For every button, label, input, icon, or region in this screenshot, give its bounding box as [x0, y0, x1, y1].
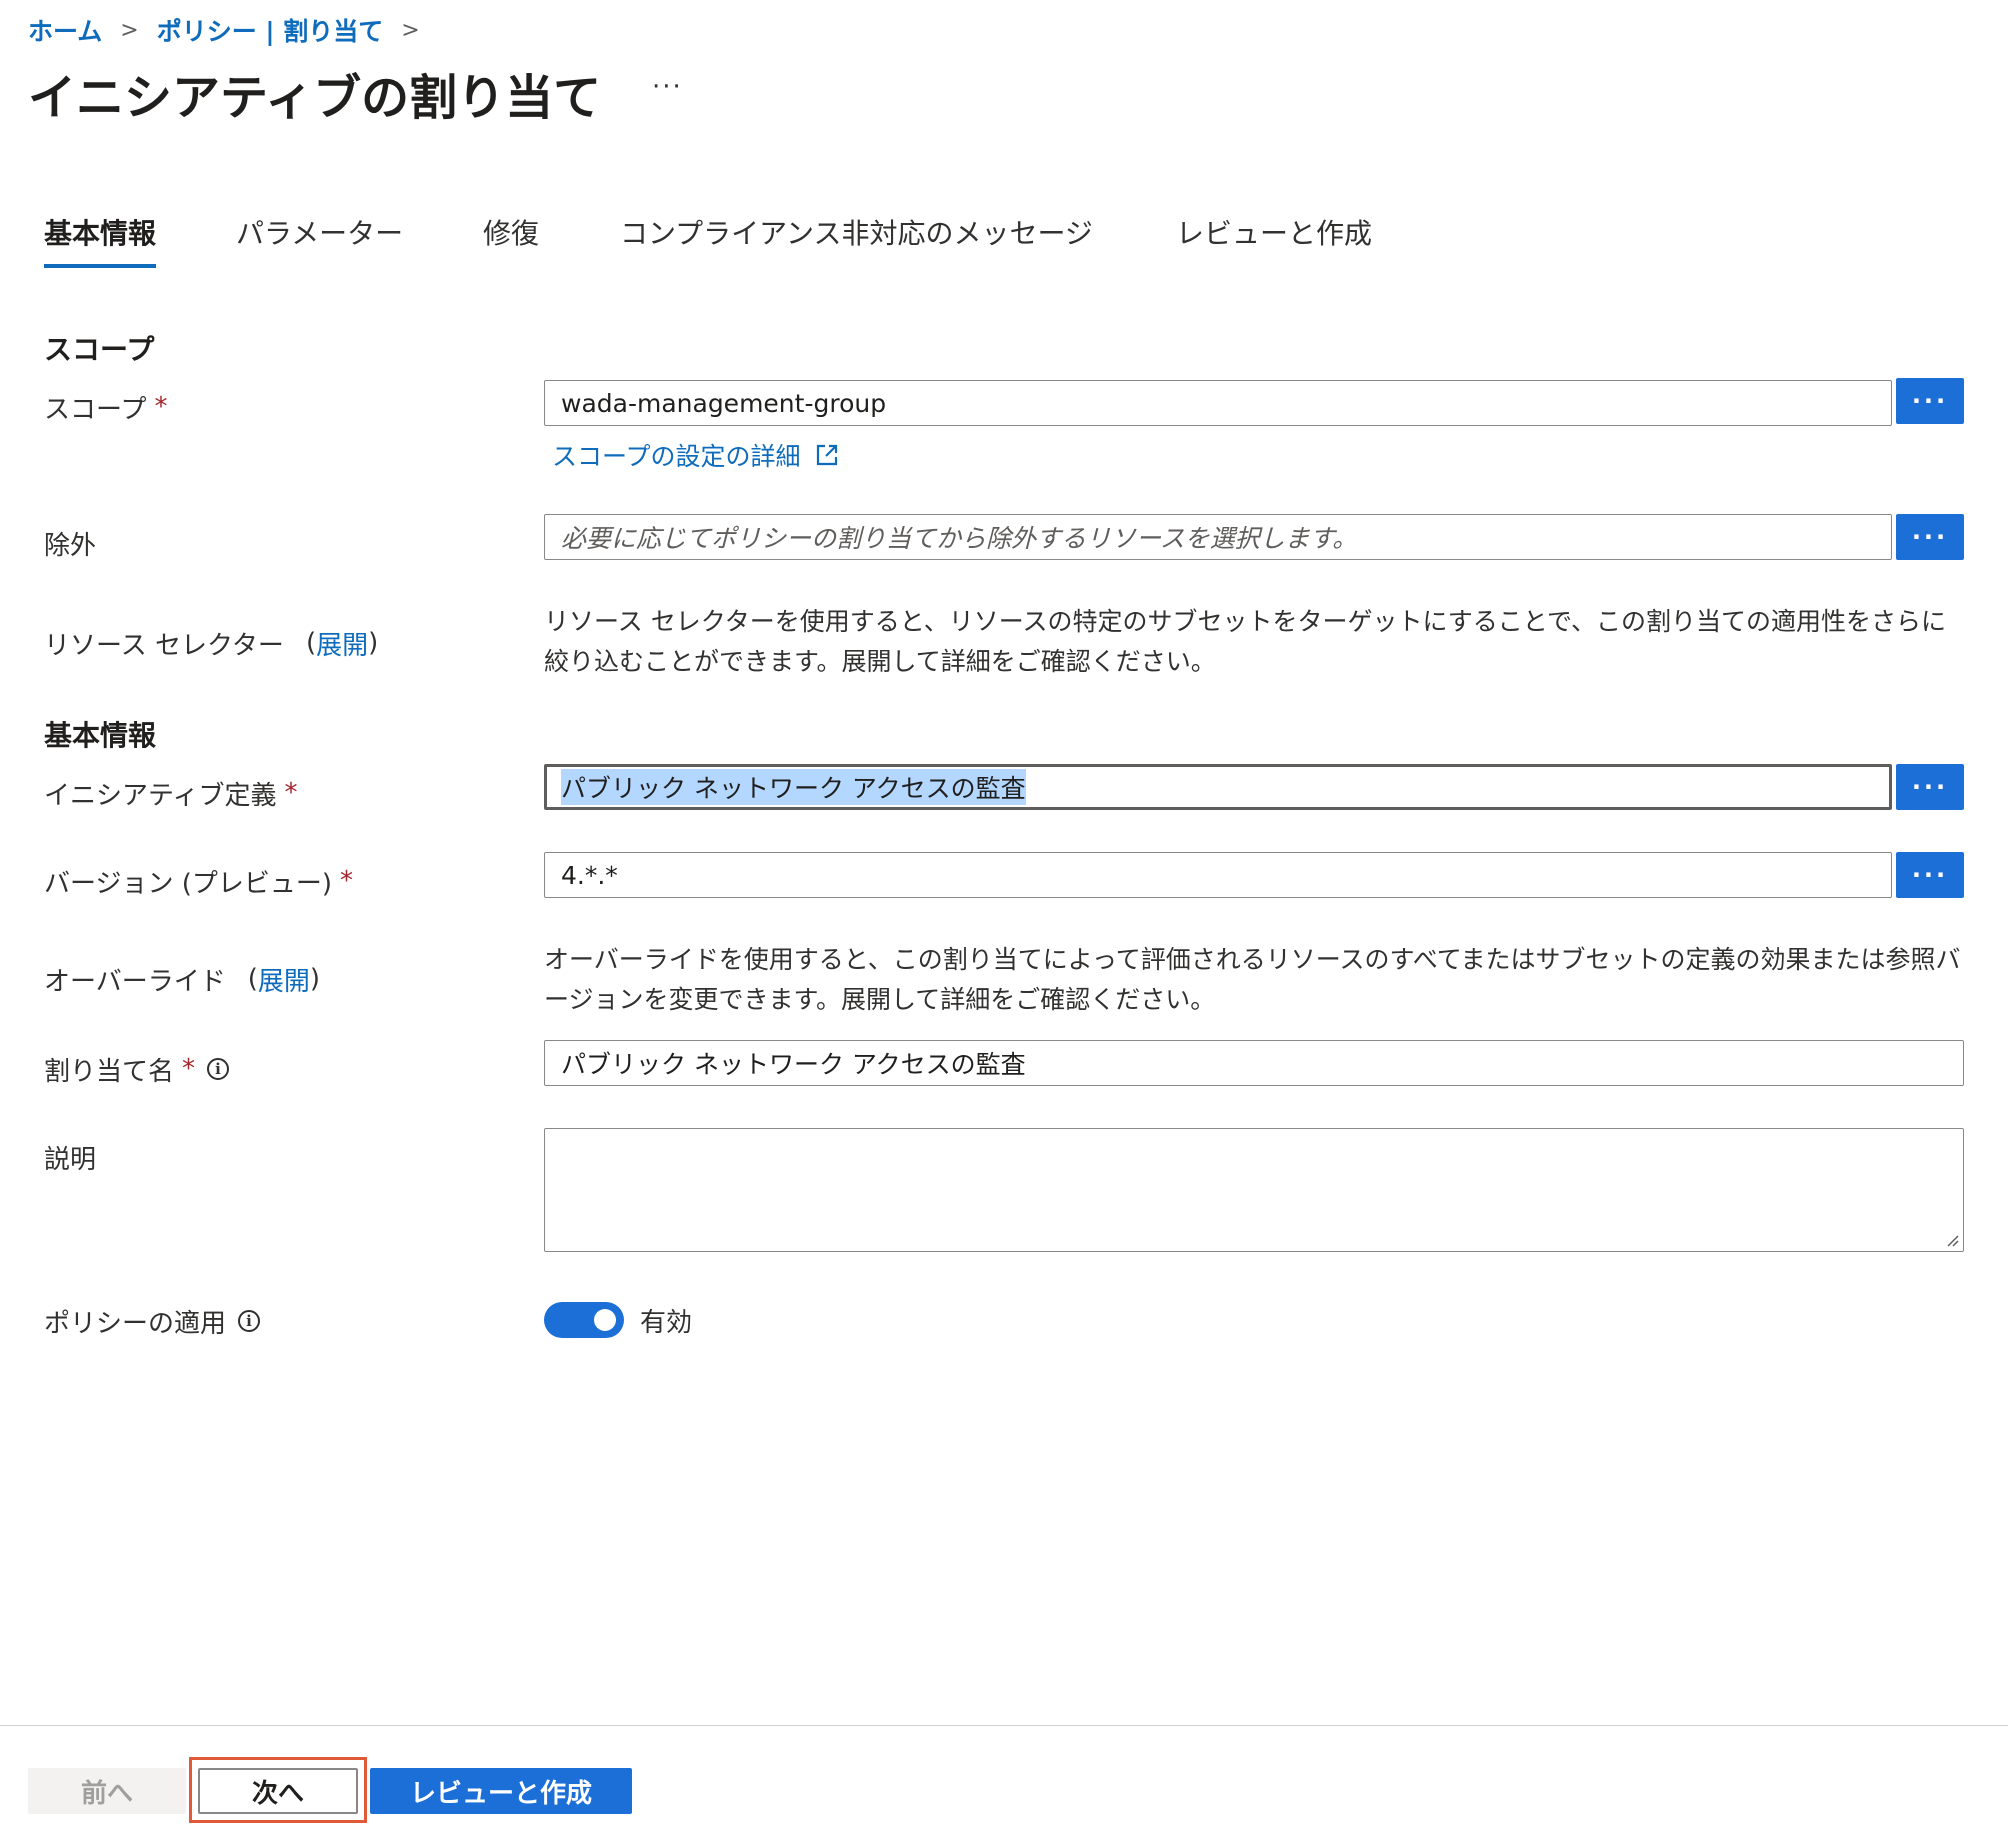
overrides-label: オーバーライド (展開): [44, 961, 320, 998]
initiative-definition-input[interactable]: パブリック ネットワーク アクセスの監査: [544, 764, 1892, 810]
resize-grip-icon[interactable]: [1945, 1233, 1959, 1247]
more-options-icon[interactable]: ···: [652, 72, 683, 102]
description-label: 説明: [44, 1144, 97, 1175]
previous-button[interactable]: 前へ: [28, 1768, 186, 1814]
overrides-description: オーバーライドを使用すると、この割り当てによって評価されるリソースのすべてまたは…: [544, 945, 1961, 1014]
chevron-right-icon: >: [120, 17, 139, 43]
exclusions-input[interactable]: 必要に応じてポリシーの割り当てから除外するリソースを選択します。: [544, 514, 1892, 560]
resource-selector-label: リソース セレクター (展開): [44, 625, 378, 662]
chevron-right-icon: >: [401, 17, 420, 43]
tab-parameters[interactable]: パラメーター: [236, 212, 403, 252]
external-link-icon: [816, 444, 837, 466]
required-mark: *: [182, 1054, 196, 1084]
tab-non-compliance-messages[interactable]: コンプライアンス非対応のメッセージ: [620, 212, 1093, 252]
assignment-name-input[interactable]: パブリック ネットワーク アクセスの監査: [544, 1040, 1964, 1086]
info-icon[interactable]: i: [238, 1310, 261, 1332]
initiative-definition-browse-button[interactable]: ···: [1896, 764, 1964, 810]
scope-label: スコープ *: [44, 392, 168, 425]
policy-enforcement-toggle[interactable]: [544, 1302, 624, 1338]
breadcrumb-policy-assignments-link[interactable]: ポリシー | 割り当て: [157, 12, 384, 48]
exclusions-label: 除外: [44, 530, 97, 561]
info-icon[interactable]: i: [207, 1058, 230, 1080]
exclusions-browse-button[interactable]: ···: [1896, 514, 1964, 560]
tab-basics[interactable]: 基本情報: [44, 212, 156, 252]
review-create-button[interactable]: レビューと作成: [370, 1768, 632, 1814]
next-button[interactable]: 次へ: [198, 1768, 358, 1814]
active-tab-indicator: [44, 264, 156, 268]
resource-selector-expand-link[interactable]: 展開: [316, 625, 368, 662]
overrides-expand-link[interactable]: 展開: [258, 961, 310, 998]
tab-remediation[interactable]: 修復: [483, 212, 539, 252]
more-dots-icon: ···: [1911, 387, 1949, 415]
tab-review-create[interactable]: レビューと作成: [1176, 212, 1372, 252]
policy-enforcement-state: 有効: [640, 1307, 693, 1338]
scope-browse-button[interactable]: ···: [1896, 378, 1964, 424]
version-browse-button[interactable]: ···: [1896, 852, 1964, 898]
required-mark: *: [284, 778, 298, 808]
description-textarea[interactable]: [544, 1128, 1964, 1252]
required-mark: *: [340, 866, 354, 896]
more-dots-icon: ···: [1911, 773, 1949, 801]
breadcrumb: ホーム > ポリシー | 割り当て >: [28, 10, 438, 50]
scope-learn-more-link[interactable]: スコープの設定の詳細: [552, 438, 839, 472]
toggle-knob: [594, 1309, 616, 1331]
version-label: バージョン (プレビュー) *: [44, 866, 354, 899]
resource-selector-description: リソース セレクターを使用すると、リソースの特定のサブセットをターゲットにするこ…: [544, 607, 1946, 676]
version-input[interactable]: 4.*.*: [544, 852, 1892, 898]
assignment-name-label: 割り当て名 * i: [44, 1052, 230, 1087]
initiative-definition-label: イニシアティブ定義 *: [44, 778, 298, 811]
footer-divider: [0, 1725, 2008, 1726]
basics-section-heading: 基本情報: [44, 719, 157, 752]
scope-input[interactable]: wada-management-group: [544, 380, 1892, 426]
breadcrumb-home-link[interactable]: ホーム: [28, 12, 102, 48]
more-dots-icon: ···: [1911, 861, 1949, 889]
policy-enforcement-label: ポリシーの適用 i: [44, 1304, 261, 1339]
required-mark: *: [154, 392, 168, 422]
more-dots-icon: ···: [1911, 523, 1949, 551]
scope-section-heading: スコープ: [44, 333, 155, 366]
page-title: イニシアティブの割り当て: [28, 70, 602, 126]
